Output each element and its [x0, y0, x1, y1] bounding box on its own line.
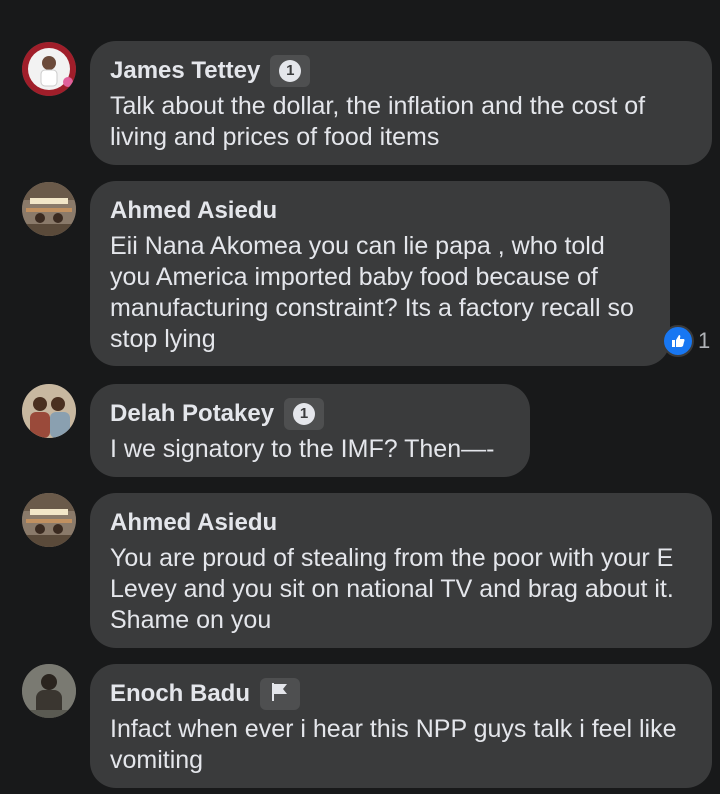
comment-bubble: Ahmed Asiedu Eii Nana Akomea you can lie… [90, 181, 670, 366]
avatar[interactable] [22, 182, 76, 236]
rising-fan-badge[interactable] [260, 678, 301, 710]
comment-text: Talk about the dollar, the inflation and… [110, 92, 653, 151]
comment-author[interactable]: Ahmed Asiedu [110, 195, 277, 227]
badge-number-icon: 1 [293, 403, 316, 425]
comment-text: Eii Nana Akomea you can lie papa , who t… [110, 232, 641, 353]
like-icon [662, 325, 694, 357]
avatar[interactable] [22, 384, 76, 438]
badge-number-icon: 1 [279, 60, 302, 82]
comment-bubble: Enoch Badu Infact when ever i hear this … [90, 664, 712, 788]
comment-author[interactable]: Ahmed Asiedu [110, 507, 277, 539]
avatar[interactable] [22, 664, 76, 718]
comment-author[interactable]: Delah Potakey [110, 398, 274, 430]
avatar[interactable] [22, 493, 76, 547]
reaction-summary[interactable]: 1 [662, 325, 710, 357]
reaction-count: 1 [698, 328, 711, 353]
comment-text: Infact when ever i hear this NPP guys ta… [110, 715, 684, 774]
comment-bubble: Delah Potakey 1 I we signatory to the IM… [90, 384, 530, 477]
avatar[interactable] [22, 42, 76, 96]
comment-text: You are proud of stealing from the poor … [110, 544, 681, 634]
top-fan-badge[interactable]: 1 [284, 398, 325, 430]
comment-text: I we signatory to the IMF? Then—- [110, 435, 495, 463]
top-fan-badge[interactable]: 1 [270, 55, 311, 87]
flag-icon [269, 681, 291, 708]
comment-bubble: James Tettey 1 Talk about the dollar, th… [90, 41, 712, 165]
comment-author[interactable]: James Tettey [110, 55, 260, 87]
comment-author[interactable]: Enoch Badu [110, 678, 250, 710]
comments-feed: James Tettey 1 Talk about the dollar, th… [0, 0, 720, 794]
comment-bubble: Ahmed Asiedu You are proud of stealing f… [90, 493, 712, 648]
